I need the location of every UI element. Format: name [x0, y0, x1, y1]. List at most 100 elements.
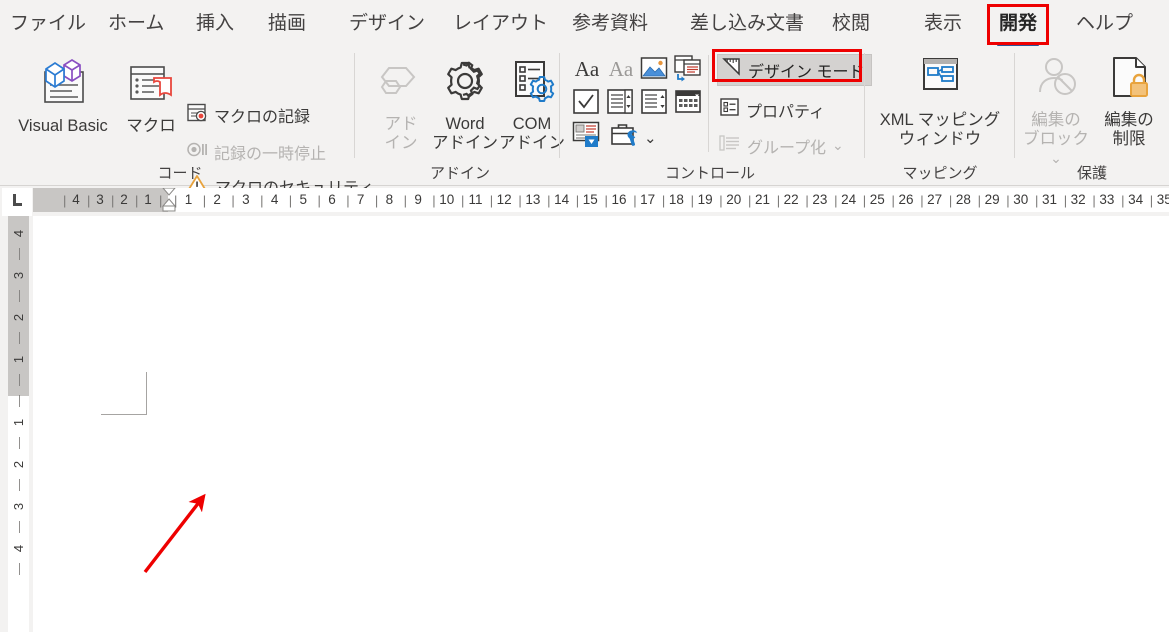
plain-text-content-control-button[interactable]: Aa — [606, 55, 636, 88]
drop-down-list-content-control-button[interactable] — [640, 88, 668, 120]
vertical-ruler-label: 4 — [11, 229, 26, 238]
picture-content-control-button[interactable] — [640, 56, 668, 86]
tab-review[interactable]: 校閲 — [828, 8, 874, 39]
add-ins-label-line2: イン — [384, 133, 418, 152]
ruler-label: 18 — [668, 192, 684, 207]
horizontal-ruler[interactable]: | 4 | 3 | 2 | 1 | | 1 | 2 | 3 | 4 | 5 | 6 | 7 | 8 | 9 | 10 |… — [0, 188, 1169, 216]
combo-box-content-control-button[interactable] — [606, 88, 634, 120]
word-add-ins-button[interactable]: Word アドイン — [432, 57, 498, 153]
date-picker-content-control-button[interactable] — [674, 88, 702, 120]
tab-references[interactable]: 参考資料 — [568, 8, 652, 39]
xml-mapping-pane-icon — [875, 55, 1005, 108]
ruler-tick: | — [1121, 193, 1125, 208]
record-macro-button[interactable]: マクロの記録 — [186, 102, 310, 128]
ruler-label: 1 — [184, 192, 193, 207]
ribbon-group-code-label: コード — [157, 165, 203, 182]
vertical-ruler-tick: — — [11, 290, 26, 302]
ruler-tick: | — [1006, 193, 1010, 208]
ruler-label: 8 — [385, 192, 394, 207]
ruler-tick: | — [288, 193, 293, 208]
vertical-ruler-tick: — — [11, 332, 26, 344]
tab-help[interactable]: ヘルプ — [1072, 8, 1137, 39]
ruler-tick: | — [604, 193, 608, 208]
tab-layout[interactable]: レイアウト — [449, 8, 552, 39]
ruler-tick: | — [1149, 193, 1154, 208]
word-add-ins-label-line2: アドイン — [432, 133, 498, 152]
ruler-label: 2 — [213, 192, 221, 207]
ruler-label: 24 — [841, 192, 857, 207]
ruler-tick: | — [260, 193, 264, 208]
record-macro-icon — [186, 102, 208, 128]
tab-view-label: 表示 — [924, 13, 963, 34]
tab-insert[interactable]: 挿入 — [192, 8, 238, 39]
ruler-label: 19 — [697, 192, 713, 207]
com-add-ins-button[interactable]: COM アドイン — [499, 57, 565, 153]
properties-button[interactable]: プロパティ — [719, 97, 825, 122]
ruler-tick: | — [661, 193, 666, 208]
date-picker-content-control-icon — [674, 90, 702, 119]
pause-recording-label: 記録の一時停止 — [214, 146, 327, 163]
ruler-label: 7 — [356, 192, 365, 207]
ruler-label: 5 — [299, 192, 308, 207]
ruler-label: 25 — [869, 192, 885, 207]
document-page[interactable]: ◀| |▶ ↵ — [33, 216, 1169, 632]
tab-developer-label: 開発 — [999, 13, 1038, 34]
vertical-ruler-label: 1 — [11, 418, 26, 427]
rich-text-content-control-icon: Aa — [572, 57, 602, 87]
legacy-tools-chevron-down-icon[interactable]: ⌄ — [644, 129, 657, 147]
tab-developer-active-underline — [997, 42, 1040, 46]
visual-basic-button[interactable]: Visual Basic — [6, 55, 120, 136]
tab-draw[interactable]: 描画 — [264, 8, 310, 39]
vertical-ruler-label: 4 — [11, 544, 26, 553]
tab-design[interactable]: デザイン — [345, 8, 429, 39]
word-add-ins-label-line1: Word — [445, 114, 485, 133]
ruler-label: 4 — [270, 192, 279, 207]
vertical-ruler-label: 1 — [11, 355, 26, 364]
tab-mailings[interactable]: 差し込み文書 — [686, 8, 808, 39]
tab-home[interactable]: ホーム — [104, 8, 168, 39]
ruler-tick: | — [231, 193, 235, 208]
tab-file[interactable]: ファイル — [6, 8, 90, 39]
ruler-tick: | — [374, 193, 379, 208]
ruler-label: 9 — [414, 192, 422, 207]
design-mode-button[interactable]: デザイン モード — [717, 54, 873, 86]
ribbon-group-mapping-label: マッピング — [902, 165, 978, 182]
xml-mapping-pane-button[interactable]: XML マッピング ウィンドウ — [875, 55, 1005, 149]
ruler-tick: | — [891, 193, 895, 208]
ruler-label: 29 — [984, 192, 1000, 207]
block-authors-label-line1: 編集の — [1031, 110, 1081, 129]
xml-mapping-pane-label-line1: XML マッピング — [879, 110, 1001, 129]
legacy-tools-button[interactable] — [610, 121, 640, 153]
tab-stop-selector-button[interactable] — [2, 188, 32, 216]
tab-layout-label: レイアウト — [453, 13, 549, 34]
ruler-track[interactable]: | 4 | 3 | 2 | 1 | | 1 | 2 | 3 | 4 | 5 | 6 | 7 | 8 | 9 | 10 |… — [33, 188, 1169, 212]
ruler-tick: | — [1092, 193, 1096, 208]
ruler-tick: | — [748, 193, 752, 208]
ruler-label: 2 — [120, 192, 128, 207]
annotation-arrow — [143, 493, 206, 574]
restrict-editing-button[interactable]: 編集の 制限 — [1095, 55, 1163, 149]
building-block-gallery-content-control-button[interactable] — [674, 55, 702, 87]
check-box-content-control-button[interactable] — [572, 88, 600, 120]
building-block-gallery-content-control-icon — [674, 55, 702, 86]
rich-text-content-control-button[interactable]: Aa — [572, 55, 602, 88]
ribbon-group-protect-label: 保護 — [1076, 165, 1107, 182]
design-mode-icon — [722, 57, 743, 83]
macros-button[interactable]: マクロ — [122, 55, 180, 136]
ruler-label: 14 — [554, 192, 570, 207]
ruler-tick: | — [346, 193, 350, 208]
vertical-ruler-tick: — — [11, 395, 26, 407]
tab-view[interactable]: 表示 — [920, 8, 966, 39]
vertical-ruler-label: 2 — [11, 313, 26, 322]
ruler-tick: | — [948, 193, 953, 208]
vertical-ruler[interactable]: 4 — 3 — 2 — 1 — — 1 — 2 — 3 — 4 — — [8, 216, 29, 632]
ruler-tick: | — [111, 193, 115, 208]
repeating-section-content-control-button[interactable] — [572, 121, 600, 153]
ruler-tick: | — [432, 193, 436, 208]
tab-developer[interactable]: 開発 — [995, 8, 1041, 46]
svg-text:Aa: Aa — [609, 57, 634, 81]
ruler-label: 35 — [1156, 192, 1169, 207]
record-macro-label: マクロの記録 — [214, 109, 311, 126]
ruler-tick: | — [63, 193, 67, 208]
ruler-label: 6 — [328, 192, 336, 207]
